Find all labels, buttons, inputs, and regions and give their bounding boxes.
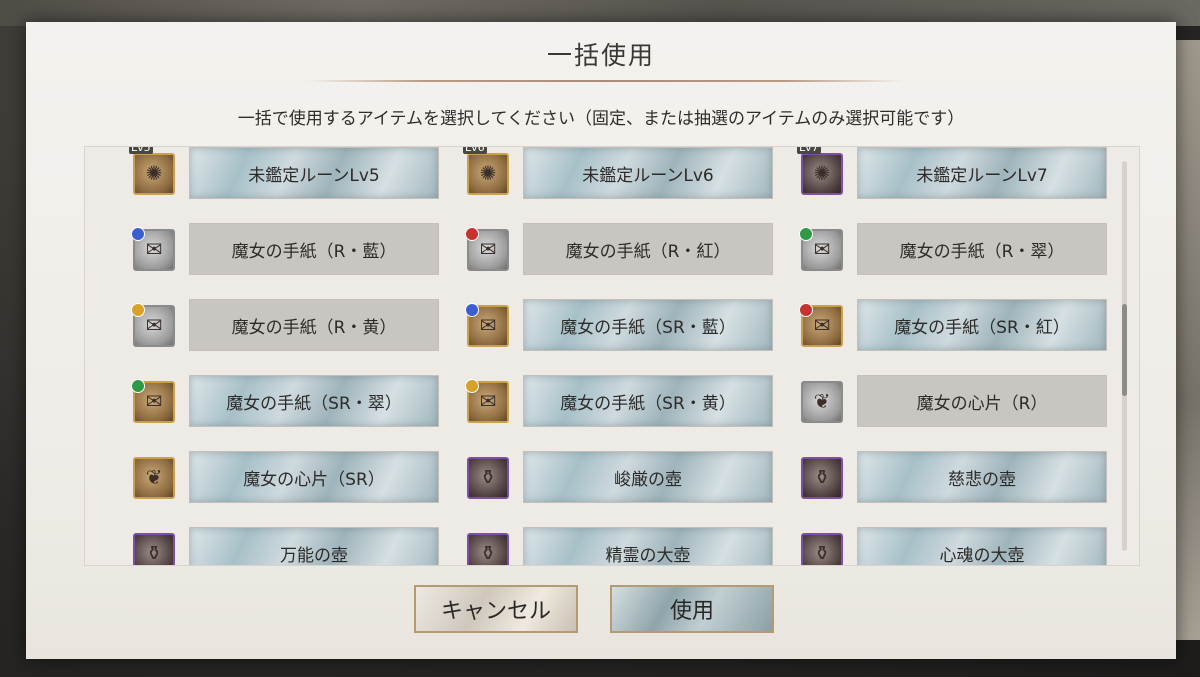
heart-shard-icon: ❦ — [133, 457, 175, 499]
item-select-button[interactable]: 心魂の大壺 — [857, 527, 1107, 565]
icon-glyph: ✉ — [145, 389, 163, 413]
icon-glyph: ✉ — [813, 237, 831, 261]
icon-glyph: ⚱ — [145, 541, 163, 565]
letter-icon: ✉ — [465, 303, 509, 347]
rune-icon: ✺ Lv7 — [797, 147, 843, 195]
item-entry[interactable]: ⚱ 慈悲の壺 — [777, 449, 1107, 505]
item-entry[interactable]: ✺ Lv7 未鑑定ルーンLv7 — [777, 147, 1107, 201]
item-entry[interactable]: ⚱ 万能の壺 — [109, 525, 439, 565]
item-entry[interactable]: ✉ 魔女の手紙（R・翠） — [777, 221, 1107, 277]
item-select-button[interactable]: 万能の壺 — [189, 527, 439, 565]
dialog-title: 一括使用 — [546, 41, 655, 70]
jar-icon: ⚱ — [467, 533, 509, 565]
icon-glyph: ✉ — [479, 389, 497, 413]
item-entry[interactable]: ⚱ 峻厳の壺 — [443, 449, 773, 505]
item-list-content: ✺ Lv5 未鑑定ルーンLv5 ✺ Lv6 未鑑定ルーンLv6 ✺ Lv7 未鑑定ルーンLv7 ✉… — [85, 147, 1115, 565]
level-badge: Lv7 — [797, 147, 821, 154]
item-entry[interactable]: ✺ Lv6 未鑑定ルーンLv6 — [443, 147, 773, 201]
use-button[interactable]: 使用 — [610, 585, 774, 633]
rune-icon: ✺ Lv6 — [463, 147, 509, 195]
icon-glyph: ❦ — [145, 465, 163, 489]
item-entry[interactable]: ✉ 魔女の手紙（R・黄） — [109, 297, 439, 353]
level-badge: Lv6 — [463, 147, 487, 154]
item-entry[interactable]: ✺ Lv5 未鑑定ルーンLv5 — [109, 147, 439, 201]
icon-glyph: ⚱ — [813, 465, 831, 489]
icon-glyph: ✉ — [479, 237, 497, 261]
icon-glyph: ✉ — [479, 313, 497, 337]
item-select-button[interactable]: 精霊の大壺 — [523, 527, 773, 565]
color-gem-badge — [131, 227, 145, 241]
item-select-button[interactable]: 未鑑定ルーンLv7 — [857, 147, 1107, 199]
item-entry[interactable]: ✉ 魔女の手紙（SR・紅） — [777, 297, 1107, 353]
letter-icon: ✉ — [465, 227, 509, 271]
color-gem-badge — [465, 303, 479, 317]
jar-icon: ⚱ — [467, 457, 509, 499]
level-badge: Lv5 — [129, 147, 153, 154]
item-entry[interactable]: ⚱ 精霊の大壺 — [443, 525, 773, 565]
rune-icon: ✺ Lv5 — [129, 147, 175, 195]
item-select-button[interactable]: 魔女の心片（R） — [857, 375, 1107, 427]
color-gem-badge — [799, 227, 813, 241]
color-gem-badge — [465, 379, 479, 393]
item-select-button[interactable]: 魔女の手紙（SR・黄） — [523, 375, 773, 427]
icon-glyph: ✉ — [145, 313, 163, 337]
jar-icon: ⚱ — [801, 533, 843, 565]
letter-icon: ✉ — [799, 303, 843, 347]
icon-glyph: ✺ — [145, 161, 163, 185]
item-entry[interactable]: ✉ 魔女の手紙（SR・黄） — [443, 373, 773, 429]
item-select-button[interactable]: 魔女の手紙（R・黄） — [189, 299, 439, 351]
item-list[interactable]: ✺ Lv5 未鑑定ルーンLv5 ✺ Lv6 未鑑定ルーンLv6 ✺ Lv7 未鑑定ルーンLv7 ✉… — [84, 146, 1140, 566]
icon-glyph: ⚱ — [479, 465, 497, 489]
item-select-button[interactable]: 魔女の手紙（SR・藍） — [523, 299, 773, 351]
heart-shard-icon: ❦ — [801, 381, 843, 423]
letter-icon: ✉ — [131, 303, 175, 347]
item-select-button[interactable]: 魔女の手紙（R・紅） — [523, 223, 773, 275]
title-divider — [306, 80, 906, 82]
item-select-button[interactable]: 未鑑定ルーンLv6 — [523, 147, 773, 199]
cancel-button[interactable]: キャンセル — [414, 585, 578, 633]
icon-glyph: ✉ — [145, 237, 163, 261]
item-select-button[interactable]: 慈悲の壺 — [857, 451, 1107, 503]
icon-glyph: ✺ — [813, 161, 831, 185]
icon-glyph: ✉ — [813, 313, 831, 337]
item-entry[interactable]: ✉ 魔女の手紙（R・紅） — [443, 221, 773, 277]
item-entry[interactable]: ❦ 魔女の心片（SR） — [109, 449, 439, 505]
color-gem-badge — [131, 303, 145, 317]
letter-icon: ✉ — [131, 379, 175, 423]
item-select-button[interactable]: 魔女の手紙（SR・翠） — [189, 375, 439, 427]
scrollbar-thumb[interactable] — [1122, 304, 1127, 396]
item-select-button[interactable]: 未鑑定ルーンLv5 — [189, 147, 439, 199]
color-gem-badge — [131, 379, 145, 393]
item-entry[interactable]: ✉ 魔女の手紙（R・藍） — [109, 221, 439, 277]
dialog-instruction: 一括で使用するアイテムを選択してください（固定、または抽選のアイテムのみ選択可能… — [237, 109, 965, 129]
item-entry[interactable]: ❦ 魔女の心片（R） — [777, 373, 1107, 429]
letter-icon: ✉ — [465, 379, 509, 423]
icon-glyph: ✺ — [479, 161, 497, 185]
icon-glyph: ❦ — [813, 389, 831, 413]
item-select-button[interactable]: 魔女の心片（SR） — [189, 451, 439, 503]
item-entry[interactable]: ✉ 魔女の手紙（SR・翠） — [109, 373, 439, 429]
item-select-button[interactable]: 魔女の手紙（R・翠） — [857, 223, 1107, 275]
item-select-button[interactable]: 魔女の手紙（SR・紅） — [857, 299, 1107, 351]
icon-glyph: ⚱ — [813, 541, 831, 565]
jar-icon: ⚱ — [133, 533, 175, 565]
item-entry[interactable]: ⚱ 心魂の大壺 — [777, 525, 1107, 565]
item-entry[interactable]: ✉ 魔女の手紙（SR・藍） — [443, 297, 773, 353]
item-list-scrollbar[interactable] — [1122, 161, 1127, 551]
color-gem-badge — [799, 303, 813, 317]
jar-icon: ⚱ — [801, 457, 843, 499]
bulk-use-dialog: 一括使用 一括で使用するアイテムを選択してください（固定、または抽選のアイテムの… — [26, 22, 1176, 659]
color-gem-badge — [465, 227, 479, 241]
item-select-button[interactable]: 峻厳の壺 — [523, 451, 773, 503]
item-select-button[interactable]: 魔女の手紙（R・藍） — [189, 223, 439, 275]
letter-icon: ✉ — [799, 227, 843, 271]
icon-glyph: ⚱ — [479, 541, 497, 565]
letter-icon: ✉ — [131, 227, 175, 271]
